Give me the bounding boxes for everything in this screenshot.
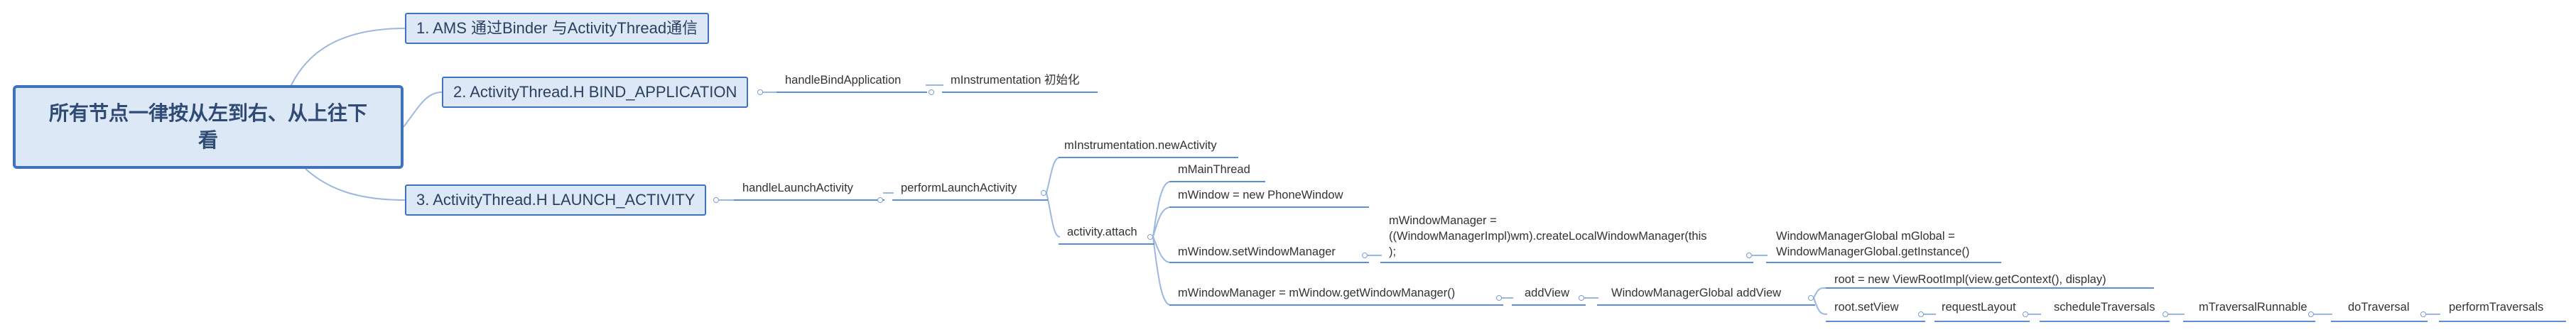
node-perform-traversals[interactable]: performTraversals: [2449, 300, 2543, 314]
node-main-thread[interactable]: mMainThread: [1178, 162, 1250, 177]
node-new-view-root-impl[interactable]: root = new ViewRootImpl(view.getContext(…: [1834, 272, 2106, 287]
node-window-manager-global-instance[interactable]: WindowManagerGlobal mGlobal = WindowMana…: [1776, 228, 1969, 260]
collapse-toggle[interactable]: [2420, 311, 2426, 317]
collapse-toggle[interactable]: [877, 197, 883, 203]
collapse-toggle[interactable]: [1041, 190, 1046, 196]
node-activity-attach[interactable]: activity.attach: [1067, 225, 1137, 239]
node-new-activity[interactable]: mInstrumentation.newActivity: [1064, 138, 1217, 153]
node-add-view[interactable]: addView: [1525, 286, 1569, 300]
branch-label: 2. ActivityThread.H BIND_APPLICATION: [453, 83, 737, 101]
collapse-toggle[interactable]: [1362, 253, 1368, 258]
node-root-set-view[interactable]: root.setView: [1834, 300, 1899, 314]
branch-bind-application[interactable]: 2. ActivityThread.H BIND_APPLICATION: [442, 77, 749, 108]
branch-launch-activity[interactable]: 3. ActivityThread.H LAUNCH_ACTIVITY: [405, 184, 707, 216]
collapse-toggle[interactable]: [1579, 295, 1584, 301]
collapse-toggle[interactable]: [1746, 253, 1752, 258]
node-perform-launch-activity[interactable]: performLaunchActivity: [901, 181, 1017, 195]
collapse-toggle[interactable]: [757, 89, 763, 95]
branch-label: 3. ActivityThread.H LAUNCH_ACTIVITY: [416, 191, 696, 209]
node-handle-bind-application[interactable]: handleBindApplication: [785, 73, 901, 87]
node-handle-launch-activity[interactable]: handleLaunchActivity: [742, 181, 853, 195]
collapse-toggle[interactable]: [1147, 234, 1153, 240]
collapse-toggle[interactable]: [2023, 311, 2028, 317]
node-instrumentation-init[interactable]: mInstrumentation 初始化: [951, 73, 1080, 87]
node-global-add-view[interactable]: WindowManagerGlobal addView: [1611, 286, 1781, 300]
collapse-toggle[interactable]: [929, 89, 934, 95]
node-do-traversal[interactable]: doTraversal: [2348, 300, 2410, 314]
branch-label: 1. AMS 通过Binder 与ActivityThread通信: [416, 19, 698, 37]
node-request-layout[interactable]: requestLayout: [1942, 300, 2016, 314]
root-topic[interactable]: 所有节点一律按从左到右、从上往下看: [13, 85, 404, 169]
root-topic-label: 所有节点一律按从左到右、从上往下看: [48, 102, 367, 151]
collapse-toggle[interactable]: [1808, 295, 1814, 301]
node-get-window-manager[interactable]: mWindowManager = mWindow.getWindowManage…: [1178, 286, 1455, 300]
collapse-toggle[interactable]: [2308, 311, 2314, 317]
node-new-phone-window[interactable]: mWindow = new PhoneWindow: [1178, 188, 1343, 202]
collapse-toggle[interactable]: [1918, 311, 1924, 317]
collapse-toggle[interactable]: [2163, 311, 2168, 317]
collapse-toggle[interactable]: [1496, 295, 1502, 301]
node-schedule-traversals[interactable]: scheduleTraversals: [2054, 300, 2155, 314]
node-set-window-manager[interactable]: mWindow.setWindowManager: [1178, 245, 1336, 259]
branch-ams-binder[interactable]: 1. AMS 通过Binder 与ActivityThread通信: [405, 13, 710, 44]
collapse-toggle[interactable]: [713, 197, 719, 203]
node-create-local-window-manager[interactable]: mWindowManager = ((WindowManagerImpl)wm)…: [1389, 213, 1706, 260]
node-traversal-runnable[interactable]: mTraversalRunnable: [2199, 300, 2307, 314]
